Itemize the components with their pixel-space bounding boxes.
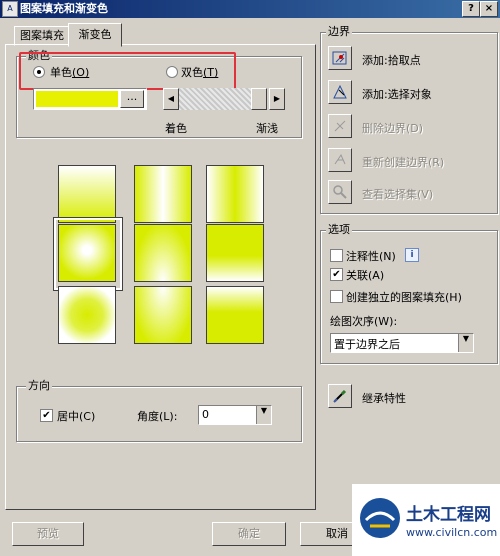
window-title: 图案填充和渐变色	[20, 2, 108, 15]
view-selections-button[interactable]	[328, 180, 352, 204]
angle-label: 角度(L):	[137, 408, 177, 424]
gradient-pattern-grid	[50, 160, 270, 346]
centered-text: 居中	[57, 410, 79, 423]
color-field[interactable]: ...	[33, 88, 147, 110]
browse-color-button[interactable]: ...	[120, 90, 144, 108]
angle-text: 角度	[137, 410, 159, 423]
gradient-inverted-hemispherical[interactable]	[134, 286, 192, 344]
watermark-url: www.civilcn.com	[406, 526, 498, 539]
remove-boundaries-text: 删除边界	[362, 122, 406, 135]
annotative-label: 注释性(N)	[346, 248, 396, 264]
angle-value: 0	[202, 408, 209, 421]
tab-hatch[interactable]: 图案填充	[14, 26, 70, 46]
remove-boundaries-icon	[334, 120, 346, 132]
associative-mnemonic: (A)	[368, 269, 385, 282]
gradient-cylinder[interactable]	[134, 165, 192, 223]
ok-button[interactable]: 确定	[212, 522, 286, 546]
app-icon: A	[2, 1, 18, 17]
add-pick-points-label[interactable]: 添加:拾取点	[362, 52, 421, 68]
two-color-label: 双色(T)	[181, 64, 218, 80]
draw-order-value: 置于边界之后	[334, 338, 400, 351]
recreate-boundary-button[interactable]	[328, 148, 352, 172]
gradient-linear[interactable]	[58, 165, 116, 223]
inherit-properties-label[interactable]: 继承特性	[362, 390, 406, 406]
tab-gradient[interactable]: 渐变色	[68, 23, 122, 47]
separate-hatches-text: 创建独立的图案填充	[346, 291, 445, 304]
single-color-text: 单色	[50, 66, 72, 79]
boundary-group-legend: 边界	[326, 25, 352, 38]
single-color-label: 单色(O)	[50, 64, 89, 80]
two-color-mnemonic: (T)	[203, 66, 219, 79]
separate-hatches-mnemonic: (H)	[445, 291, 462, 304]
draw-order-select[interactable]: 置于边界之后 ▼	[330, 333, 474, 353]
watermark-logo-icon	[360, 498, 400, 538]
angle-colon: :	[173, 410, 178, 423]
gradient-inverted-cylinder[interactable]	[206, 165, 264, 223]
shade-tint-slider[interactable]: ◀ ▶	[163, 88, 285, 110]
draw-order-text: 绘图次序	[330, 315, 374, 328]
gradient-curved[interactable]	[206, 224, 264, 282]
remove-boundaries-mnemonic: (D)	[406, 122, 424, 135]
view-selections-mnemonic: (V)	[417, 188, 434, 201]
recreate-boundary-icon	[334, 153, 346, 165]
angle-mnemonic: (L)	[159, 410, 174, 423]
info-icon[interactable]: i	[405, 248, 419, 262]
view-selections-label[interactable]: 查看选择集(V)	[362, 186, 433, 202]
watermark: 土木工程网 www.civilcn.com	[352, 484, 500, 556]
gradient-spherical[interactable]	[58, 224, 116, 282]
direction-group-legend: 方向	[26, 379, 52, 392]
remove-boundaries-button[interactable]	[328, 114, 352, 138]
gradient-hemispherical[interactable]	[134, 224, 192, 282]
recreate-boundary-mnemonic: (R)	[428, 156, 445, 169]
centered-checkbox[interactable]: ✔	[40, 409, 53, 422]
angle-select[interactable]: 0 ▼	[198, 405, 272, 425]
separate-hatches-label: 创建独立的图案填充(H)	[346, 289, 462, 305]
help-button[interactable]: ?	[462, 1, 480, 17]
add-select-objects-label[interactable]: 添加:选择对象	[362, 86, 432, 102]
recreate-boundary-text: 重新创建边界	[362, 156, 428, 169]
associative-text: 关联	[346, 269, 368, 282]
select-objects-icon	[333, 84, 347, 99]
chevron-down-icon[interactable]: ▼	[458, 334, 473, 352]
slider-right-arrow[interactable]: ▶	[269, 88, 285, 110]
remove-boundaries-label[interactable]: 删除边界(D)	[362, 120, 423, 136]
watermark-brand: 土木工程网	[406, 505, 491, 525]
draw-order-mnemonic: (W):	[374, 315, 398, 328]
separate-hatches-checkbox[interactable]	[330, 290, 343, 303]
view-selections-text: 查看选择集	[362, 188, 417, 201]
two-color-radio[interactable]	[166, 66, 178, 78]
single-color-radio[interactable]	[33, 66, 45, 78]
annotative-checkbox[interactable]	[330, 249, 343, 262]
color-swatch	[36, 91, 118, 107]
paintbrush-icon	[333, 389, 347, 403]
slider-left-arrow[interactable]: ◀	[163, 88, 179, 110]
title-bar: A 图案填充和渐变色 ? ×	[0, 0, 500, 18]
gradient-inverted-spherical[interactable]	[58, 286, 116, 344]
two-color-text: 双色	[181, 66, 203, 79]
inherit-properties-button[interactable]	[328, 384, 352, 408]
draw-order-label: 绘图次序(W):	[330, 313, 397, 329]
radio-dot	[37, 70, 41, 74]
add-select-objects-button[interactable]	[328, 80, 352, 104]
pick-points-icon	[332, 51, 347, 65]
slider-right-label: 渐浅	[256, 122, 278, 135]
associative-label: 关联(A)	[346, 267, 384, 283]
slider-thumb[interactable]	[251, 88, 267, 110]
magnifier-icon	[333, 185, 347, 199]
chevron-down-icon[interactable]: ▼	[256, 406, 271, 424]
options-group-legend: 选项	[326, 223, 352, 236]
centered-mnemonic: (C)	[79, 410, 96, 423]
centered-label: 居中(C)	[57, 408, 95, 424]
gradient-inverted-curved[interactable]	[206, 286, 264, 344]
associative-checkbox[interactable]: ✔	[330, 268, 343, 281]
close-button[interactable]: ×	[480, 1, 498, 17]
annotative-text: 注释性	[346, 250, 379, 263]
add-pick-points-button[interactable]	[328, 46, 352, 70]
recreate-boundary-label[interactable]: 重新创建边界(R)	[362, 154, 444, 170]
annotative-mnemonic: (N)	[379, 250, 396, 263]
slider-left-label: 着色	[165, 122, 187, 135]
preview-button[interactable]: 预览	[12, 522, 84, 546]
single-color-mnemonic: (O)	[72, 66, 90, 79]
